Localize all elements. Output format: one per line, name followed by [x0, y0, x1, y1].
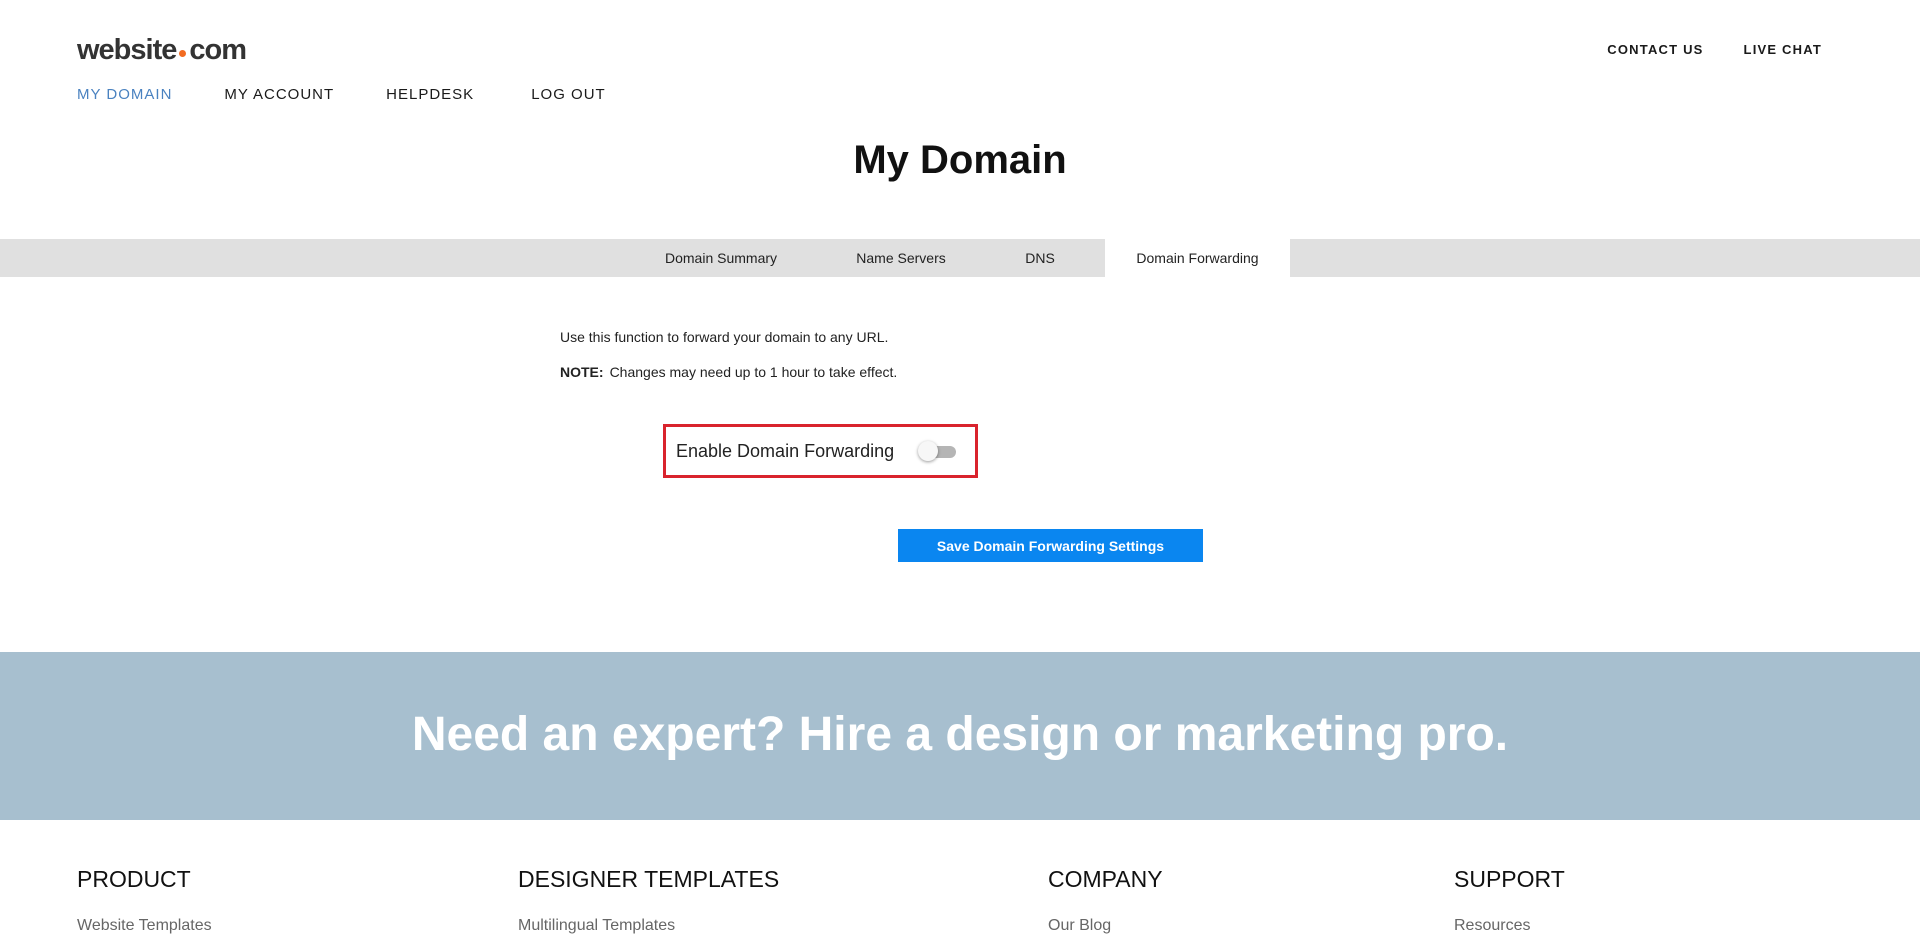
footer-heading-designer-templates: DESIGNER TEMPLATES — [518, 866, 780, 892]
logo-text-right: com — [189, 34, 247, 66]
note-text: Changes may need up to 1 hour to take ef… — [609, 364, 898, 380]
footer-heading-product: PRODUCT — [77, 866, 191, 892]
forwarding-description: Use this function to forward your domain… — [560, 329, 889, 345]
enable-forwarding-row: Enable Domain Forwarding — [663, 424, 978, 478]
tab-dns[interactable]: DNS — [1010, 239, 1070, 277]
footer-col-support: SUPPORT Resources — [1454, 866, 1565, 935]
logo-text-left: website — [77, 34, 177, 66]
nav-my-domain[interactable]: MY DOMAIN — [77, 86, 172, 103]
tab-domain-forwarding[interactable]: Domain Forwarding — [1105, 239, 1290, 277]
save-forwarding-button[interactable]: Save Domain Forwarding Settings — [898, 529, 1203, 562]
promo-text[interactable]: Need an expert? Hire a design or marketi… — [0, 707, 1920, 762]
main-nav: MY DOMAIN MY ACCOUNT HELPDESK LOG OUT — [77, 86, 606, 103]
footer-heading-support: SUPPORT — [1454, 866, 1565, 892]
enable-forwarding-toggle[interactable] — [918, 441, 957, 461]
footer-link-website-templates[interactable]: Website Templates — [77, 917, 212, 935]
footer-col-company: COMPANY Our Blog — [1048, 866, 1163, 935]
tab-domain-summary[interactable]: Domain Summary — [650, 239, 792, 277]
footer-col-product: PRODUCT Website Templates — [77, 866, 212, 935]
nav-helpdesk[interactable]: HELPDESK — [386, 86, 474, 103]
toggle-knob — [918, 441, 939, 461]
enable-forwarding-label: Enable Domain Forwarding — [676, 440, 895, 461]
contact-us-link[interactable]: CONTACT US — [1607, 42, 1703, 57]
domain-tabbar: Domain Summary Name Servers DNS Domain F… — [0, 239, 1920, 277]
nav-my-account[interactable]: MY ACCOUNT — [224, 86, 334, 103]
logo-dot-icon — [179, 50, 187, 57]
site-logo[interactable]: website com — [77, 34, 247, 67]
live-chat-link[interactable]: LIVE CHAT — [1744, 42, 1822, 57]
footer-col-designer-templates: DESIGNER TEMPLATES Multilingual Template… — [518, 866, 779, 935]
footer-link-multilingual-templates[interactable]: Multilingual Templates — [518, 917, 779, 935]
footer-link-our-blog[interactable]: Our Blog — [1048, 917, 1163, 935]
nav-log-out[interactable]: LOG OUT — [531, 86, 606, 103]
forwarding-note: NOTE: Changes may need up to 1 hour to ta… — [560, 364, 897, 380]
page-title: My Domain — [853, 138, 1067, 182]
promo-banner: Need an expert? Hire a design or marketi… — [0, 652, 1920, 820]
footer-link-resources[interactable]: Resources — [1454, 917, 1565, 935]
site-header: website com MY DOMAIN MY ACCOUNT HELPDES… — [0, 0, 1920, 120]
top-links: CONTACT US LIVE CHAT — [1607, 42, 1822, 57]
tab-name-servers[interactable]: Name Servers — [842, 239, 960, 277]
footer-heading-company: COMPANY — [1048, 866, 1163, 892]
note-label: NOTE: — [560, 364, 604, 380]
